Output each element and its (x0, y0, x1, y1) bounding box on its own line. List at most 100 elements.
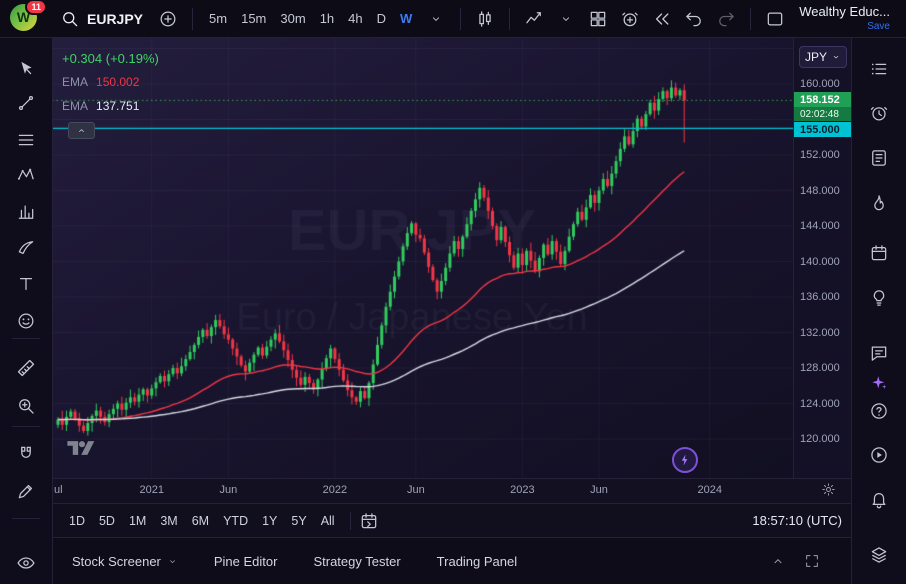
divider (750, 8, 751, 30)
pencil-icon (16, 481, 36, 501)
go-to-date-icon[interactable] (359, 511, 379, 531)
timeframe-D[interactable]: D (370, 5, 393, 33)
chart-style-button[interactable] (470, 5, 500, 33)
timeframe-4h[interactable]: 4h (341, 5, 369, 33)
tool-forecast[interactable] (9, 197, 43, 227)
symbol-search-button[interactable]: EURJPY (52, 5, 151, 33)
text-icon (16, 274, 36, 294)
tool-chat[interactable] (862, 338, 896, 368)
tool-ruler[interactable] (9, 353, 43, 383)
tab-pine-editor[interactable]: Pine Editor (214, 554, 278, 569)
tab-trading-panel[interactable]: Trading Panel (437, 554, 517, 569)
currency-toggle-button[interactable]: JPY (799, 46, 847, 68)
object-tree-icon (869, 545, 889, 565)
ai-sparkle-icon (870, 374, 888, 392)
tab-strategy-tester[interactable]: Strategy Tester (313, 554, 400, 569)
range-1d[interactable]: 1D (62, 511, 92, 531)
price-tick: 132.000 (800, 327, 840, 339)
time-tick: Jun (590, 484, 608, 496)
layout-grid-button[interactable] (583, 5, 613, 33)
layout-name-block[interactable]: Wealthy Educ... Save (799, 5, 896, 32)
redo-button[interactable] (711, 5, 741, 33)
range-6m[interactable]: 6M (185, 511, 216, 531)
alert-plus-icon (620, 9, 640, 29)
tool-object-tree[interactable] (862, 540, 896, 570)
tool-idea[interactable] (862, 283, 896, 313)
tab-label: Strategy Tester (313, 554, 400, 569)
compare-add-button[interactable] (153, 5, 183, 33)
range-5y[interactable]: 5Y (284, 511, 313, 531)
tool-watchlist[interactable] (862, 54, 896, 84)
price-change: +0.304 (+0.19%) (62, 51, 159, 66)
timeframe-menu-button[interactable] (421, 5, 451, 33)
indicator-icon (524, 9, 544, 29)
indicator-templates-button[interactable] (551, 5, 581, 33)
range-all[interactable]: All (314, 511, 342, 531)
timeframe-15m[interactable]: 15m (234, 5, 273, 33)
account-menu-button[interactable]: W 11 (10, 4, 40, 34)
tool-help[interactable] (862, 396, 896, 426)
tool-magnet[interactable] (9, 439, 43, 469)
calendar-icon (869, 243, 889, 263)
tool-play[interactable] (862, 440, 896, 470)
range-1m[interactable]: 1M (122, 511, 153, 531)
emoji-icon (16, 311, 36, 331)
price-chart-canvas[interactable] (52, 38, 793, 478)
open-panel-icon[interactable] (770, 553, 786, 569)
timeframe-1h[interactable]: 1h (313, 5, 341, 33)
indicator-row[interactable]: EMA 137.751 (62, 94, 159, 118)
tool-calendar[interactable] (862, 238, 896, 268)
bar-replay-button[interactable] (647, 5, 677, 33)
collapse-line-button[interactable] (68, 122, 95, 139)
timeframe-30m[interactable]: 30m (273, 5, 312, 33)
tab-label: Trading Panel (437, 554, 517, 569)
forecast-icon (16, 202, 36, 222)
price-tick: 120.000 (800, 433, 840, 445)
indicator-row[interactable]: EMA 150.002 (62, 70, 159, 94)
timeframe-5m[interactable]: 5m (202, 5, 234, 33)
tradingview-logo[interactable] (65, 438, 99, 463)
grid-layout-icon (588, 9, 608, 29)
zoom-icon (16, 396, 36, 416)
quick-action-button[interactable] (672, 447, 698, 473)
tool-brush[interactable] (9, 233, 43, 263)
chart-settings-gear-icon[interactable] (821, 482, 836, 502)
range-1y[interactable]: 1Y (255, 511, 284, 531)
create-alert-button[interactable] (615, 5, 645, 33)
idea-icon (869, 288, 889, 308)
price-axis[interactable]: 160.000152.000148.000144.000140.000136.0… (793, 38, 853, 478)
trading-app: W 11 EURJPY 5m15m30m1h4hDW Wealthy Educ.… (0, 0, 906, 584)
utc-clock[interactable]: 18:57:10 (UTC) (752, 513, 842, 528)
chat-icon (869, 343, 889, 363)
tool-fib-retracement[interactable] (9, 125, 43, 155)
range-ytd[interactable]: YTD (216, 511, 255, 531)
tool-xabcd-pattern[interactable] (9, 160, 43, 190)
widgets-rail (851, 38, 906, 584)
tool-ai-sparkle[interactable] (862, 368, 896, 398)
tool-text[interactable] (9, 269, 43, 299)
tool-hotlist[interactable] (862, 188, 896, 218)
price-tick: 124.000 (800, 398, 840, 410)
tool-eye[interactable] (9, 548, 43, 578)
timeframe-W[interactable]: W (393, 5, 419, 33)
time-axis[interactable]: ul2021Jun2022Jun2023Jun2024 (52, 478, 852, 504)
range-5d[interactable]: 5D (92, 511, 122, 531)
tool-pencil[interactable] (9, 476, 43, 506)
divider (192, 8, 193, 30)
indicators-button[interactable] (519, 5, 549, 33)
maximize-panel-icon[interactable] (804, 553, 820, 569)
undo-button[interactable] (679, 5, 709, 33)
tab-label: Stock Screener (72, 554, 161, 569)
trend-line-icon (16, 93, 36, 113)
tool-emoji[interactable] (9, 306, 43, 336)
save-button[interactable]: Save (867, 21, 890, 33)
tab-stock-screener[interactable]: Stock Screener (72, 554, 178, 569)
tool-journal[interactable] (862, 143, 896, 173)
tool-alert-clock[interactable] (862, 98, 896, 128)
tool-trend-line[interactable] (9, 88, 43, 118)
tool-notifications[interactable] (862, 484, 896, 514)
tool-cursor[interactable] (9, 54, 43, 84)
range-3m[interactable]: 3M (153, 511, 184, 531)
save-layout-button[interactable] (760, 5, 790, 33)
tool-zoom[interactable] (9, 391, 43, 421)
